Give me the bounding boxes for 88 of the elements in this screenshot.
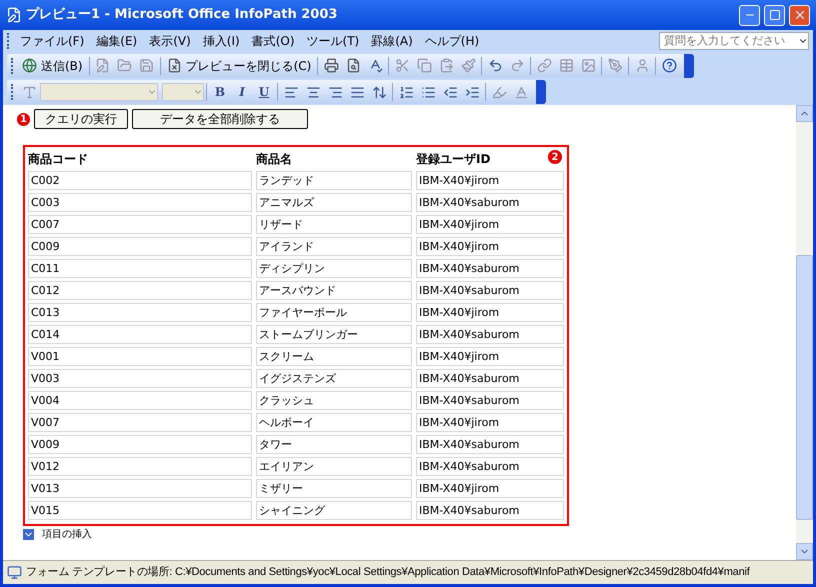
- menu-item[interactable]: 罫線(A): [365, 31, 419, 51]
- text-field[interactable]: C011: [28, 258, 252, 278]
- text-field[interactable]: C007: [28, 214, 252, 234]
- text-field[interactable]: ランデッド: [256, 170, 412, 190]
- bold-button[interactable]: B: [209, 83, 231, 101]
- text-field[interactable]: クラッシュ: [256, 390, 412, 410]
- text-field[interactable]: C013: [28, 302, 252, 322]
- text-field[interactable]: IBM-X40¥jirom: [416, 346, 564, 366]
- minimize-button[interactable]: [739, 4, 760, 26]
- text-field[interactable]: アースバウンド: [256, 280, 412, 300]
- help-search-field[interactable]: 質問を入力してください: [659, 32, 809, 50]
- text-field[interactable]: IBM-X40¥jirom: [416, 236, 564, 256]
- text-field[interactable]: IBM-X40¥saburom: [416, 368, 564, 388]
- text-field[interactable]: ストームブリンガー: [256, 324, 412, 344]
- text-field[interactable]: V013: [28, 478, 252, 498]
- text-field[interactable]: V007: [28, 412, 252, 432]
- text-field[interactable]: アニマルズ: [256, 192, 412, 212]
- text-field[interactable]: IBM-X40¥saburom: [416, 500, 564, 520]
- text-field[interactable]: IBM-X40¥jirom: [416, 412, 564, 432]
- text-field[interactable]: タワー: [256, 434, 412, 454]
- menu-item[interactable]: 書式(O): [246, 31, 301, 51]
- callout-number: 2: [548, 150, 562, 164]
- globe-icon: [22, 58, 37, 73]
- text-field[interactable]: エイリアン: [256, 456, 412, 476]
- vertical-scrollbar[interactable]: [796, 105, 813, 560]
- text-field[interactable]: IBM-X40¥jirom: [416, 214, 564, 234]
- text-field[interactable]: IBM-X40¥jirom: [416, 170, 564, 190]
- menu-item[interactable]: ファイル(F): [14, 31, 90, 51]
- text-field[interactable]: IBM-X40¥saburom: [416, 280, 564, 300]
- menu-item[interactable]: ツール(T): [300, 31, 366, 51]
- text-field[interactable]: IBM-X40¥saburom: [416, 324, 564, 344]
- text-field[interactable]: ディシプリン: [256, 258, 412, 278]
- text-field[interactable]: C003: [28, 192, 252, 212]
- close-button[interactable]: [789, 4, 810, 26]
- column-header: 商品コード: [28, 151, 88, 168]
- font-size-dropdown[interactable]: [162, 83, 204, 101]
- delete-all-button[interactable]: データを全部削除する: [132, 109, 308, 129]
- insert-item-link[interactable]: 項目の挿入: [42, 527, 92, 542]
- underline-button[interactable]: U: [253, 83, 275, 101]
- text-field[interactable]: V012: [28, 456, 252, 476]
- document-x-icon: [166, 58, 182, 73]
- text-field[interactable]: C014: [28, 324, 252, 344]
- text-field[interactable]: V004: [28, 390, 252, 410]
- text-field[interactable]: IBM-X40¥saburom: [416, 456, 564, 476]
- text-field[interactable]: V015: [28, 500, 252, 520]
- text-field[interactable]: V003: [28, 368, 252, 388]
- text-field[interactable]: IBM-X40¥saburom: [416, 192, 564, 212]
- text-field[interactable]: V001: [28, 346, 252, 366]
- text-field[interactable]: IBM-X40¥saburom: [416, 434, 564, 454]
- callout-number: 1: [17, 112, 30, 126]
- query-button[interactable]: クエリの実行: [34, 109, 128, 129]
- maximize-button[interactable]: [764, 4, 785, 26]
- app-icon: [6, 7, 22, 23]
- scroll-thumb[interactable]: [796, 255, 813, 520]
- menu-item[interactable]: 表示(V): [143, 31, 197, 51]
- menu-item[interactable]: ヘルプ(H): [418, 31, 486, 51]
- menu-item[interactable]: 挿入(I): [196, 31, 246, 51]
- maximize-icon: [768, 9, 780, 21]
- text-field[interactable]: シャイニング: [256, 500, 412, 520]
- text-field[interactable]: C002: [28, 170, 252, 190]
- text-field[interactable]: アイランド: [256, 236, 412, 256]
- text-field[interactable]: ミザリー: [256, 478, 412, 498]
- text-field[interactable]: スクリーム: [256, 346, 412, 366]
- text-field[interactable]: IBM-X40¥saburom: [416, 258, 564, 278]
- send-button[interactable]: 送信(B): [18, 54, 87, 76]
- window-title: プレビュー1 - Microsoft Office InfoPath 2003: [26, 6, 338, 24]
- text-field[interactable]: IBM-X40¥jirom: [416, 302, 564, 322]
- scroll-down-icon[interactable]: [796, 543, 813, 560]
- font-name-dropdown[interactable]: [40, 83, 158, 101]
- text-field[interactable]: イグジステンズ: [256, 368, 412, 388]
- status-icon: [7, 565, 22, 580]
- text-field[interactable]: C009: [28, 236, 252, 256]
- italic-button[interactable]: I: [231, 83, 253, 101]
- text-field[interactable]: リザード: [256, 214, 412, 234]
- column-header: 商品名: [256, 151, 292, 168]
- status-text: フォーム テンプレートの場所: C:¥Documents and Settings¥yoc¥Local Settings¥Application Data¥Microsoft¥InfoPath¥Designer¥2c3459d28b04fd4¥manif: [26, 564, 750, 580]
- text-field[interactable]: C012: [28, 280, 252, 300]
- text-field[interactable]: V009: [28, 434, 252, 454]
- text-field[interactable]: IBM-X40¥jirom: [416, 478, 564, 498]
- insert-item-icon[interactable]: [23, 529, 34, 540]
- text-field[interactable]: IBM-X40¥saburom: [416, 390, 564, 410]
- menu-item[interactable]: 編集(E): [90, 31, 144, 51]
- close-preview-button[interactable]: プレビューを閉じる(C): [162, 54, 316, 76]
- text-field[interactable]: ヘルボーイ: [256, 412, 412, 432]
- toolbar-options-icon[interactable]: [684, 54, 694, 78]
- scroll-up-icon[interactable]: [796, 105, 813, 122]
- text-field[interactable]: ファイヤーボール: [256, 302, 412, 322]
- column-header: 登録ユーザID: [416, 151, 490, 168]
